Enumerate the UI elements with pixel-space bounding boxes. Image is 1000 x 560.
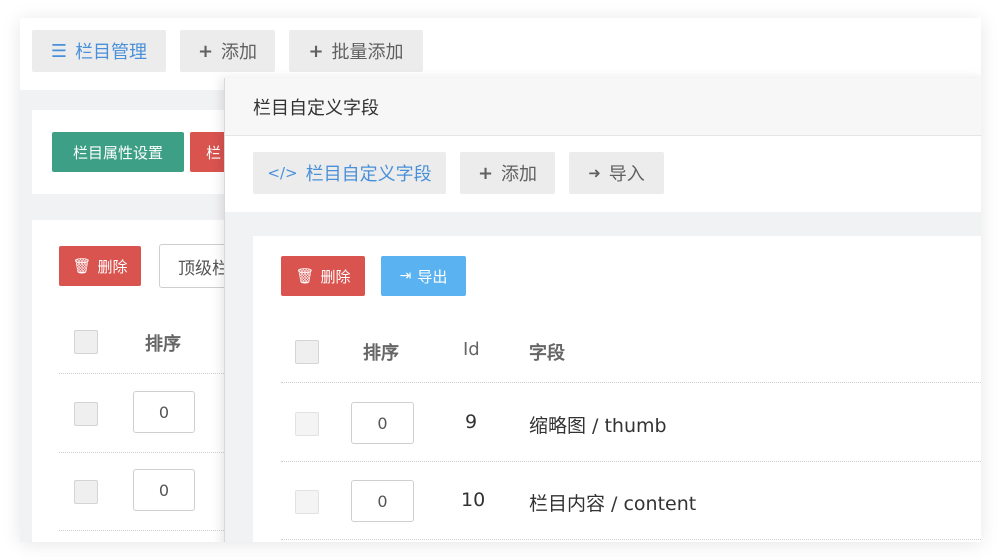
add-field-label: 添加 <box>501 164 538 185</box>
fields-table-panel: 🗑 删除 ⇥ 导出 排序 Id 字段 0 9 缩略图 / thumb 0 10 … <box>253 236 981 542</box>
sort-input[interactable]: 0 <box>351 402 414 444</box>
delete-button[interactable]: 🗑 删除 <box>59 246 141 286</box>
sort-column-header: 排序 <box>363 343 399 364</box>
id-column-header: Id <box>463 339 480 360</box>
row-checkbox[interactable] <box>295 412 319 436</box>
custom-fields-tab[interactable]: </> 栏目自定义字段 <box>253 152 446 194</box>
code-icon: </> <box>267 164 298 182</box>
plus-icon: + <box>477 162 494 184</box>
parent-column-select-value: 顶级栏 <box>178 258 229 279</box>
sort-column-header: 排序 <box>145 334 181 355</box>
batch-add-button[interactable]: + 批量添加 <box>289 30 423 72</box>
attribute-settings-label: 栏目属性设置 <box>72 143 163 162</box>
field-id: 9 <box>465 411 478 433</box>
delete-button-label: 删除 <box>97 257 128 276</box>
sort-input[interactable]: 0 <box>351 480 414 522</box>
sort-input[interactable]: 0 <box>133 391 195 433</box>
row-divider <box>281 539 981 540</box>
batch-add-label: 批量添加 <box>331 42 404 63</box>
delete-fields-label: 删除 <box>320 267 351 286</box>
app-window: ☰ 栏目管理 + 添加 + 批量添加 栏目属性设置 栏 🗑 删除 顶级栏 排序 <box>20 18 981 542</box>
plus-icon: + <box>308 40 324 62</box>
add-field-button[interactable]: + 添加 <box>460 152 555 194</box>
dialog-title: 栏目自定义字段 <box>253 97 379 119</box>
share-icon: ⇥ <box>399 268 412 284</box>
row-divider <box>281 461 981 462</box>
dialog-toolbar: </> 栏目自定义字段 + 添加 ➜ 导入 <box>225 136 981 212</box>
add-button-label: 添加 <box>221 42 258 63</box>
plus-icon: + <box>197 40 214 62</box>
row-checkbox[interactable] <box>295 490 319 514</box>
custom-fields-tab-label: 栏目自定义字段 <box>305 164 432 185</box>
menu-icon: ☰ <box>50 40 68 62</box>
export-button-label: 导出 <box>417 267 448 286</box>
trash-icon: 🗑 <box>295 267 315 285</box>
field-column-header: 字段 <box>529 343 565 364</box>
field-id: 10 <box>461 489 486 511</box>
import-button[interactable]: ➜ 导入 <box>569 152 664 194</box>
manage-tab-label: 栏目管理 <box>75 42 148 63</box>
attribute-settings-button[interactable]: 栏目属性设置 <box>52 132 184 172</box>
field-name: 缩略图 / thumb <box>529 415 667 437</box>
select-all-checkbox[interactable] <box>74 330 98 354</box>
manage-tab[interactable]: ☰ 栏目管理 <box>32 30 166 72</box>
row-divider <box>281 382 981 383</box>
hidden-red-button-label: 栏 <box>206 143 222 162</box>
sign-in-icon: ➜ <box>588 164 601 182</box>
sort-input[interactable]: 0 <box>133 469 195 511</box>
import-button-label: 导入 <box>608 164 645 185</box>
trash-icon: 🗑 <box>72 257 92 275</box>
custom-fields-dialog: 栏目自定义字段 </> 栏目自定义字段 + 添加 ➜ 导入 🗑 删除 ⇥ 导出 … <box>224 78 981 542</box>
row-checkbox[interactable] <box>74 402 98 426</box>
delete-fields-button[interactable]: 🗑 删除 <box>281 256 365 296</box>
field-name: 栏目内容 / content <box>529 493 697 515</box>
add-button[interactable]: + 添加 <box>180 30 275 72</box>
export-button[interactable]: ⇥ 导出 <box>381 256 466 296</box>
dialog-header: 栏目自定义字段 <box>225 78 981 136</box>
select-all-checkbox[interactable] <box>295 340 319 364</box>
row-checkbox[interactable] <box>74 480 98 504</box>
